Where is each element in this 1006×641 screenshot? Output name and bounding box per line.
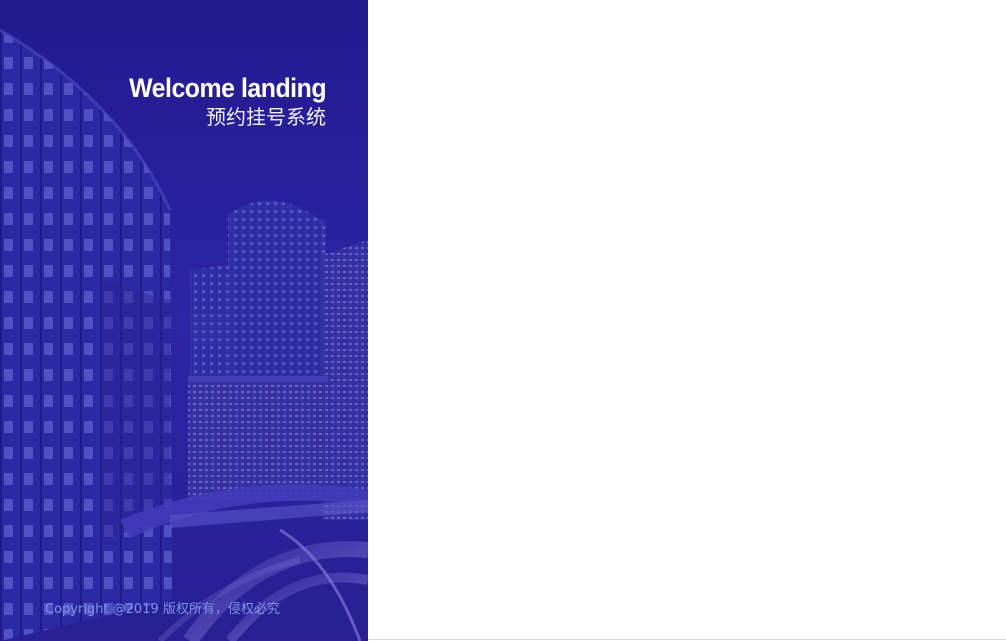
content-area — [368, 0, 1006, 640]
welcome-block: Welcome landing 预约挂号系统 — [112, 72, 326, 130]
welcome-title: Welcome landing — [129, 73, 326, 103]
system-name: 预约挂号系统 — [206, 105, 326, 129]
branding-panel: Welcome landing 预约挂号系统 Copyright @2019 版… — [0, 0, 368, 641]
copyright-text: Copyright @2019 版权所有，侵权必究 — [45, 602, 280, 617]
divider — [368, 639, 1006, 640]
login-page: Welcome landing 预约挂号系统 Copyright @2019 版… — [0, 0, 1006, 641]
